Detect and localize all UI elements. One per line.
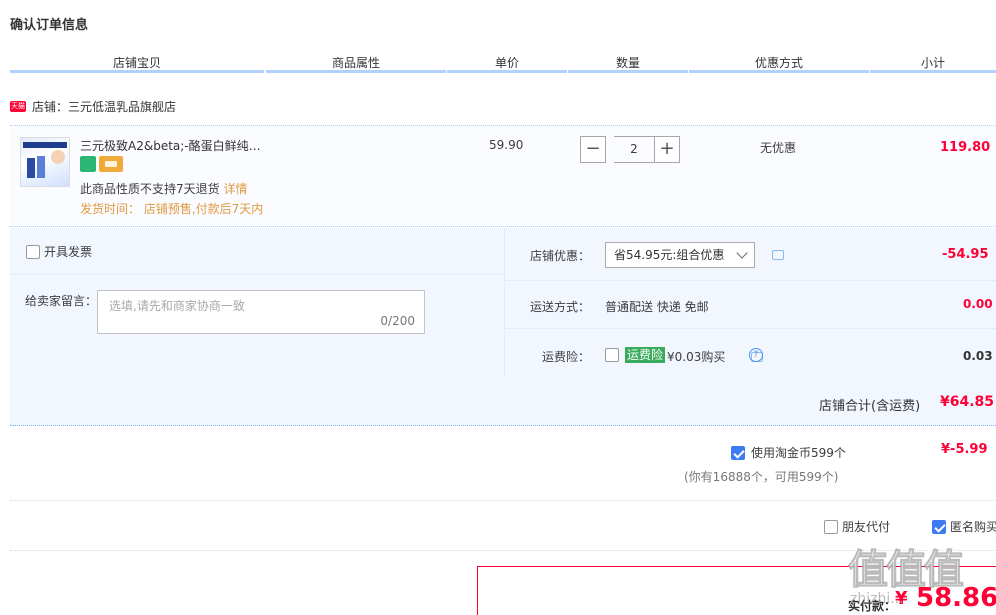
message-label: 给卖家留言： (25, 294, 98, 308)
quantity-stepper: − 2 + (580, 136, 680, 163)
header-subtotal: 小计 (920, 56, 945, 70)
shop-discount-label: 店铺优惠： (530, 249, 591, 263)
shop-name[interactable]: 店铺：三元低温乳品旗舰店 (32, 98, 176, 115)
no-return-text: 此商品性质不支持7天退货 (80, 182, 220, 196)
service-badges (80, 156, 123, 172)
anonymous-option[interactable]: 匿名购买 (932, 518, 996, 535)
product-name[interactable]: 三元极致A2&beta;-酪蛋白鲜纯… (80, 137, 261, 154)
shop-row: 天猫 店铺：三元低温乳品旗舰店 (10, 98, 176, 115)
coin-value: ¥-5.99 (941, 442, 988, 457)
coin-note: (你有16888个，可用599个) (684, 470, 839, 484)
friend-pay-label: 朋友代付 (842, 520, 891, 534)
product-thumbnail[interactable] (20, 137, 70, 187)
header-attributes: 商品属性 (331, 56, 380, 70)
divider (10, 274, 504, 275)
insurance-value: 0.03 (963, 349, 993, 363)
increase-button[interactable]: + (654, 136, 680, 163)
ship-time: 发货时间： 店铺预售,付款后7天内 (80, 202, 264, 216)
divider (10, 500, 996, 501)
unit-price: 59.90 (489, 138, 524, 152)
message-placeholder: 选填,请先和商家协商一致 (109, 299, 245, 313)
insurance-label: 运费险： (542, 350, 591, 364)
shipping-label: 运送方式： (530, 300, 591, 314)
tmall-badge-icon: 天猫 (10, 101, 26, 112)
coin-label: 使用淘金币599个 (751, 446, 846, 460)
header-unit-price: 单价 (494, 56, 519, 70)
header-underline (447, 70, 567, 73)
decrease-button[interactable]: − (580, 136, 606, 163)
header-underline (689, 70, 869, 73)
item-subtotal: 119.80 (940, 140, 991, 155)
insurance-price: ¥0.03购买 (667, 350, 726, 364)
header-underline (10, 70, 264, 73)
page-title: 确认订单信息 (10, 18, 89, 33)
divider (504, 228, 505, 376)
divider (505, 328, 996, 329)
message-char-count: 0/200 (380, 314, 415, 328)
guarantee-icon[interactable] (80, 156, 96, 172)
invoice-checkbox[interactable] (26, 244, 40, 259)
header-underline (870, 70, 996, 73)
details-link[interactable]: 详情 (223, 182, 247, 196)
help-icon[interactable]: ? (749, 348, 763, 362)
shop-total-value: ¥64.85 (940, 394, 995, 410)
shipping-price: 0.00 (963, 297, 993, 311)
invoice-label: 开具发票 (44, 245, 93, 259)
quantity-input[interactable]: 2 (614, 136, 654, 163)
coin-checkbox[interactable] (731, 445, 745, 460)
header-underline (568, 70, 688, 73)
message-field[interactable]: 选填,请先和商家协商一致 0/200 (97, 290, 425, 334)
friend-pay-option[interactable]: 朋友代付 (824, 518, 890, 535)
shop-discount-value: -54.95 (942, 247, 989, 262)
coin-option[interactable]: 使用淘金币599个 (731, 444, 846, 461)
insurance-tag: 运费险 (625, 347, 666, 363)
shop-discount-select[interactable]: 省54.95元:组合优惠 (605, 242, 755, 268)
shipping-method: 普通配送 快递 免邮 (605, 300, 709, 314)
header-quantity: 数量 (615, 56, 640, 70)
discount-method: 无优惠 (760, 141, 797, 155)
header-underline (266, 70, 446, 73)
anonymous-checkbox[interactable] (932, 519, 946, 534)
watermark-logo: 值值值 (848, 547, 965, 594)
chat-icon[interactable] (772, 250, 784, 260)
friend-pay-checkbox[interactable] (824, 519, 838, 534)
divider (505, 280, 996, 281)
no-return-notice: 此商品性质不支持7天退货 详情 (80, 180, 247, 197)
invoice-option[interactable]: 开具发票 (26, 243, 92, 260)
chevron-down-icon (736, 247, 748, 259)
shop-total-label: 店铺合计(含运费) (819, 399, 921, 414)
credit-card-icon[interactable] (99, 156, 123, 172)
watermark-site: zhizhi... (850, 591, 904, 607)
header-shop-item: 店铺宝贝 (112, 56, 161, 70)
anonymous-label: 匿名购买 (950, 520, 996, 534)
insurance-checkbox[interactable] (605, 348, 619, 362)
shop-discount-selected: 省54.95元:组合优惠 (614, 248, 725, 262)
header-discount: 优惠方式 (754, 56, 803, 70)
